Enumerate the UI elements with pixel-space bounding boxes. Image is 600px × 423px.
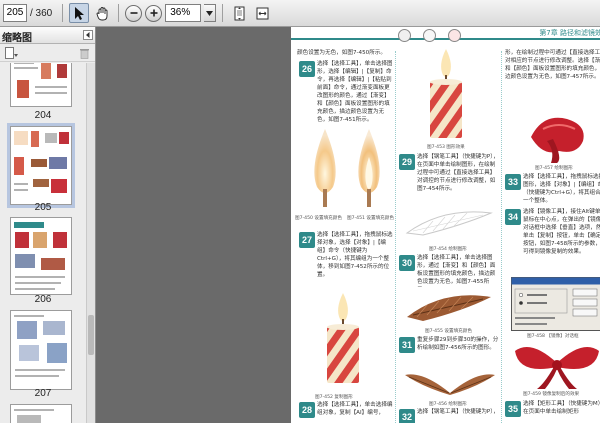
thumbnail-page[interactable] — [10, 63, 72, 107]
trash-icon[interactable] — [79, 47, 90, 59]
panel-title: 缩略图 — [2, 33, 32, 44]
zoom-in-icon — [150, 9, 158, 17]
toolbar: 205 / 360 36% — [0, 0, 600, 27]
figure-caption: 图7-459 镜像复制后的效果 — [523, 392, 580, 397]
scrollbar-thumb[interactable] — [88, 315, 94, 355]
candle-figure — [327, 293, 359, 383]
step-number: 31 — [399, 337, 415, 353]
figure-caption: 图7-453 图形效果 — [427, 145, 465, 150]
toolbar-separator — [222, 4, 224, 22]
panel-header: 缩略图 — [0, 27, 95, 44]
thumbnail-options-icon[interactable] — [5, 47, 18, 59]
header-ornament-icon — [398, 29, 411, 42]
zoom-out-button[interactable] — [125, 4, 143, 22]
document-page: 第7章 路径和滤镜效果 颜色设置为无色，如图7-450所示。 26 选择【选择工… — [291, 27, 600, 423]
paragraph: 形，在绘制过程中可通过【直接选择工具】对相应的节点进行修改调整。选择【渐变】和【… — [505, 50, 600, 80]
select-tool-button[interactable] — [69, 3, 90, 23]
zoom-level-field[interactable]: 36% — [165, 4, 202, 22]
paragraph: 选择【镜像工具】，接住Alt键单击鼠标在中心点，在弹出的【镜像】对话框中选择【垂… — [523, 209, 600, 255]
chevron-left-icon — [86, 32, 90, 38]
step-number: 34 — [505, 209, 521, 225]
step-number: 32 — [399, 409, 415, 423]
step-number: 30 — [399, 255, 415, 271]
step-number: 26 — [299, 61, 315, 77]
figure-caption: 图7-455 设置填充颜色 — [425, 329, 472, 334]
flame-figure — [358, 129, 380, 207]
thumbnail-page[interactable] — [10, 217, 72, 295]
figure-caption: 图7-450 设置填充颜色 — [295, 216, 342, 221]
toolbar-separator — [118, 4, 120, 22]
figure-caption: 图7-452 复制图形 — [315, 395, 353, 400]
thumbnail-label: 207 — [34, 388, 52, 399]
page-header: 第7章 路径和滤镜效果 — [291, 27, 600, 45]
panel-toolbar — [0, 44, 95, 62]
step-number: 28 — [299, 402, 315, 418]
thumbnail-page[interactable] — [10, 404, 72, 423]
figure-caption: 图7-457 绘制图形 — [535, 166, 573, 171]
thumbnail-label: 204 — [34, 110, 52, 121]
feather-outline-figure — [405, 211, 493, 236]
flame-figure — [314, 129, 336, 207]
hand-tool-button[interactable] — [92, 3, 112, 23]
step-number: 29 — [399, 154, 415, 170]
document-viewport[interactable]: 第7章 路径和滤镜效果 颜色设置为无色，如图7-450所示。 26 选择【选择工… — [96, 27, 600, 423]
hand-icon — [96, 6, 108, 20]
page-total: / 360 — [30, 7, 53, 19]
bow-figure — [515, 347, 599, 389]
figure-caption: 图7-454 绘制图形 — [429, 247, 467, 252]
header-ornament-icon — [423, 29, 436, 42]
step-number: 35 — [505, 401, 521, 417]
thumbnail-page[interactable] — [10, 310, 72, 390]
figure-caption: 图7-451 设置填充颜色 — [347, 216, 394, 221]
paragraph: 选择【选择工具】，单击选择图形，通过【渐变】和【颜色】面板设置图形的填充颜色，描… — [417, 255, 496, 288]
step-number: 33 — [505, 174, 521, 190]
step-number: 27 — [299, 232, 315, 248]
header-ornament-icon — [448, 29, 461, 42]
paragraph: 选择【选择工具】，单击选择编组对象，复制【AI】编号， — [317, 402, 393, 416]
feather-figure — [407, 295, 491, 321]
paragraph: 选择【钢笔工具】（快捷键为P）， — [417, 409, 499, 415]
fit-page-button[interactable] — [229, 3, 249, 23]
mirror-dialog-figure — [511, 277, 600, 331]
ribbon-figure — [531, 117, 584, 163]
candle-figure — [430, 49, 462, 138]
chevron-down-icon — [206, 10, 214, 16]
zoom-out-icon — [130, 12, 138, 14]
thumbnail-list: 204 205 206 207 — [0, 63, 86, 423]
zoom-dropdown-button[interactable] — [204, 4, 217, 22]
fit-page-icon — [234, 6, 245, 20]
feather-pair-figure — [405, 374, 495, 395]
thumbnail-scrollbar[interactable] — [86, 63, 95, 423]
thumbnail-label: 205 — [34, 202, 52, 213]
paragraph: 选择【矩形工具】（快捷键为M），在页面中单击绘制矩形 — [523, 401, 600, 415]
zoom-in-button[interactable] — [145, 4, 163, 22]
thumbnails-panel: 缩略图 204 205 206 207 — [0, 27, 96, 423]
chapter-title: 第7章 路径和滤镜效果 — [539, 29, 600, 37]
paragraph: 选择【选择工具】，拖拽鼠标选择对象，选择【对象】|【编组】命令（快捷键为Ctrl… — [317, 232, 393, 278]
toolbar-separator — [62, 4, 64, 22]
paragraph: 选择【钢笔工具】（快捷键为P），在页面中单击绘制图形，在绘制过程中可通过【直接选… — [417, 154, 499, 192]
paragraph: 选择【选择工具】，拖拽鼠标选择图形，选择【对象】|【编组】命令（快捷键为Ctrl… — [523, 174, 600, 204]
thumbnail-page-selected[interactable] — [7, 123, 75, 208]
fit-width-button[interactable] — [252, 3, 272, 23]
thumbnail-label: 206 — [34, 294, 52, 305]
figure-caption: 图7-456 绘制图形 — [429, 402, 467, 407]
page-number-input[interactable]: 205 — [3, 4, 27, 22]
paragraph: 重复步骤29到步骤30的操作，分析绘制如图7-456所示的图形。 — [417, 337, 499, 351]
fit-width-icon — [256, 7, 269, 19]
paragraph: 颜色设置为无色，如图7-450所示。 — [297, 50, 386, 56]
select-arrow-icon — [74, 6, 84, 20]
collapse-panel-button[interactable] — [83, 30, 93, 40]
